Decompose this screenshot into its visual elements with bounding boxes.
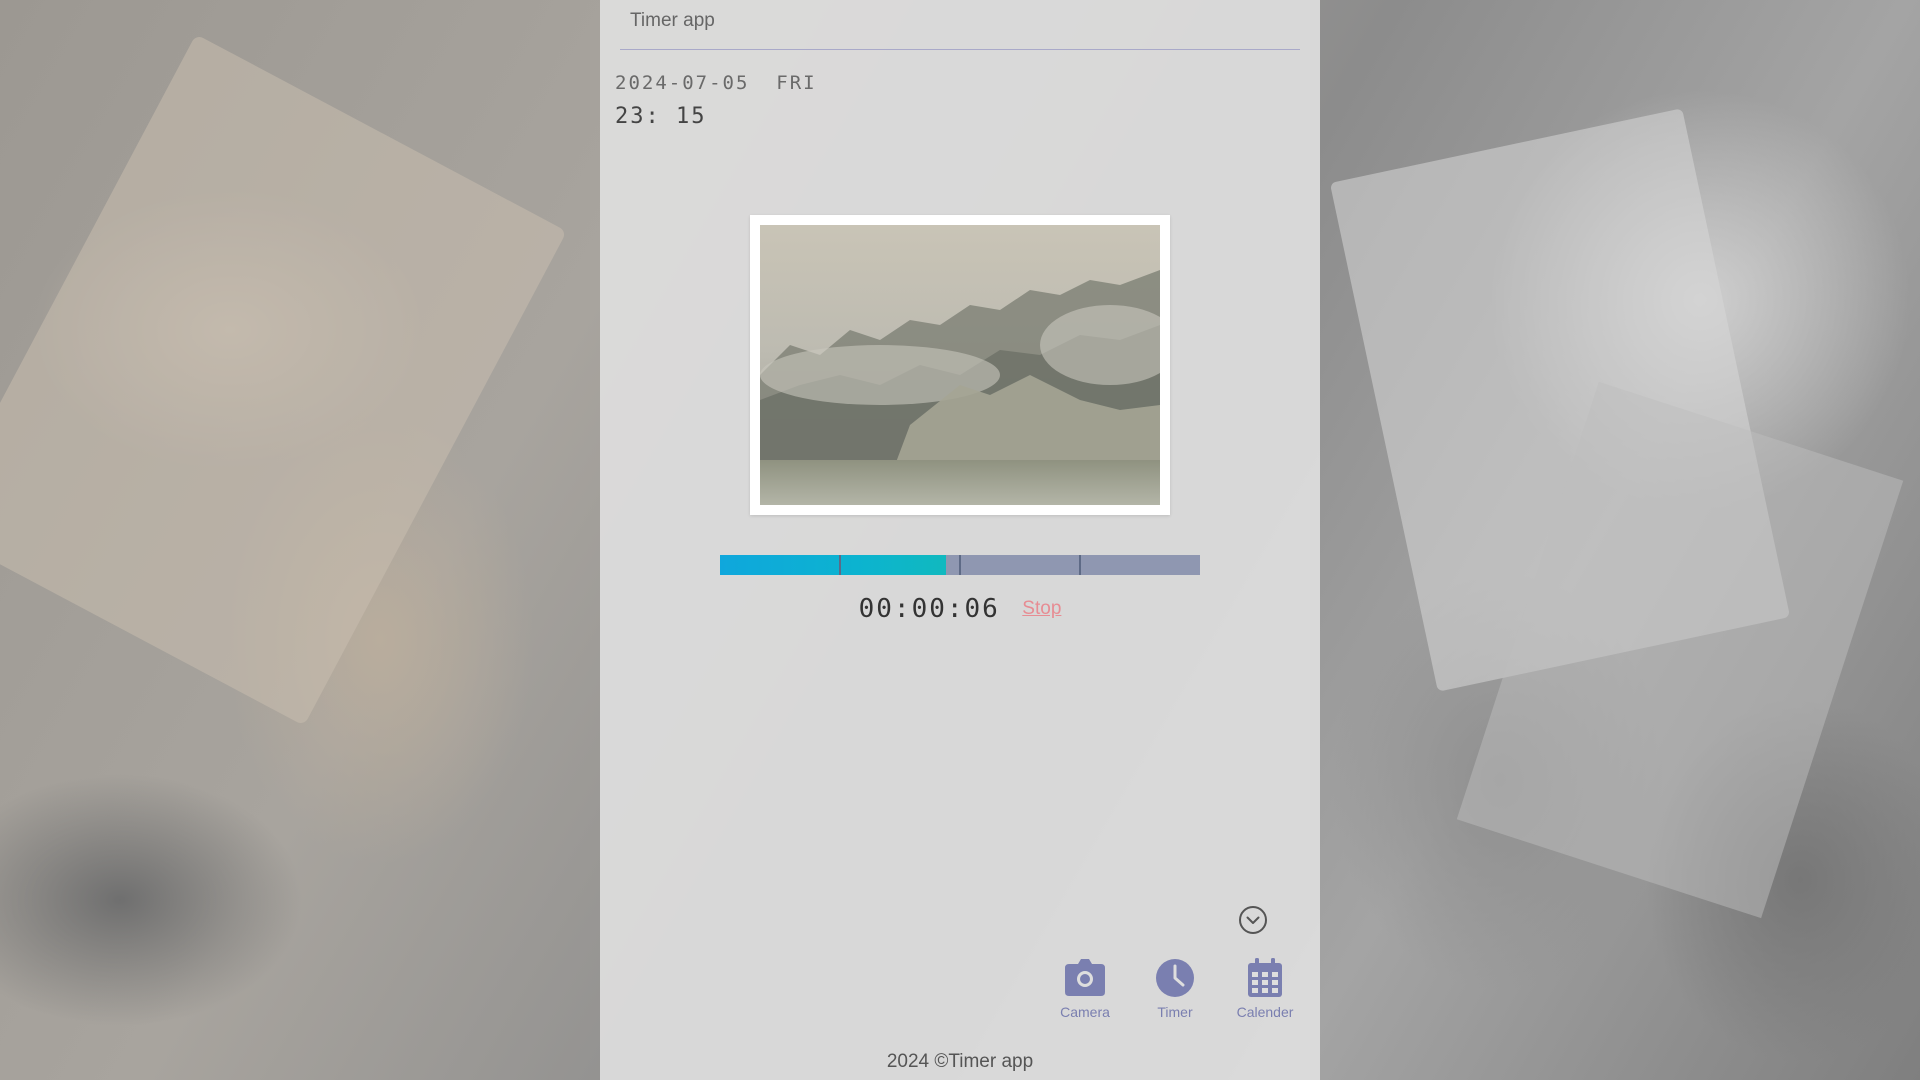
progress-segment-divider xyxy=(1079,555,1081,575)
nav-label: Timer xyxy=(1157,1004,1193,1020)
progress-fill xyxy=(720,555,946,575)
background-photo-card xyxy=(0,34,567,726)
elapsed-time: 00:00:06 xyxy=(858,594,1000,624)
background-photo-card xyxy=(1329,108,1791,692)
background-photo-card xyxy=(1456,381,1904,919)
nav-timer[interactable]: Timer xyxy=(1137,958,1213,1020)
weekday-value: FRI xyxy=(776,72,817,94)
progress-segment-divider xyxy=(839,555,841,575)
chevron-down-circle-icon[interactable] xyxy=(1238,905,1268,935)
footer-copyright: 2024 ©Timer app xyxy=(886,1051,1034,1072)
calendar-icon xyxy=(1248,958,1282,997)
date-value: 2024-07-05 xyxy=(615,72,750,94)
photo-frame xyxy=(750,215,1170,515)
timer-controls: 00:00:06 Stop xyxy=(600,594,1320,628)
app-header: Timer app xyxy=(620,0,1300,50)
progress-segment-divider xyxy=(959,555,961,575)
nav-camera[interactable]: Camera xyxy=(1047,958,1123,1020)
camera-icon xyxy=(1065,959,1105,996)
current-date: 2024-07-05 FRI xyxy=(615,72,817,94)
clock-icon xyxy=(1156,959,1194,997)
app-title: Timer app xyxy=(630,10,715,31)
nav-label: Camera xyxy=(1060,1004,1110,1020)
landscape-photo xyxy=(760,225,1160,505)
timer-progress-bar xyxy=(720,555,1200,575)
stop-button[interactable]: Stop xyxy=(1022,598,1061,620)
app-panel: Timer app 2024-07-05 FRI 23: 15 00:00:06… xyxy=(600,0,1320,1080)
current-time: 23: 15 xyxy=(615,104,707,129)
nav-label: Calender xyxy=(1236,1004,1294,1020)
nav-calendar[interactable]: Calender xyxy=(1227,958,1303,1020)
